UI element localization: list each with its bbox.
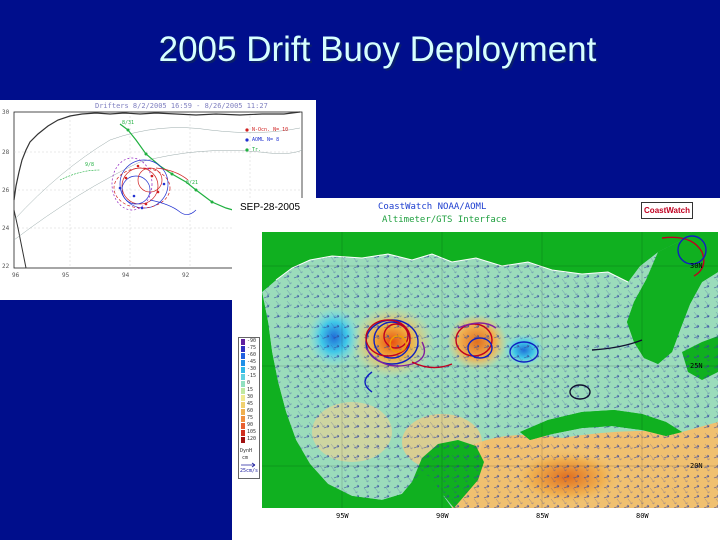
map-header: CoastWatch NOAA/AOML <box>378 202 487 212</box>
colorbar-tick: -45 <box>247 359 257 365</box>
lat-tick: 30 <box>2 109 10 116</box>
lat-tick: 25N <box>690 362 703 370</box>
track-label: 9/8 <box>85 162 95 168</box>
lon-tick: 95W <box>336 512 349 520</box>
lon-tick: 85W <box>536 512 549 520</box>
colorbar-tick: 120 <box>247 436 257 442</box>
lon-tick: 80W <box>636 512 649 520</box>
lat-tick: 20N <box>690 462 703 470</box>
colorbar-tick: -75 <box>247 345 257 351</box>
colorbar-tick: -30 <box>247 366 257 372</box>
coastwatch-logo: CoastWatch <box>641 202 693 219</box>
color-scale: -90 -75 -60 -45 -30 -15 0 15 30 45 60 75… <box>238 337 260 479</box>
map-date: SEP-28-2005 <box>240 202 301 213</box>
altimeter-map: SEP-28-2005 CoastWatch NOAA/AOML Altimet… <box>232 198 720 540</box>
colorbar-tick: 60 <box>247 408 254 414</box>
track-label: 8/31 <box>122 120 135 126</box>
colorbar-tick: -90 <box>247 338 257 344</box>
lat-tick: 30N <box>690 262 703 270</box>
lon-tick: 90W <box>436 512 449 520</box>
legend-item-north-ocean: N-Ocn. N= 10 <box>252 127 289 133</box>
lon-tick: 95 <box>62 272 70 279</box>
colorbar-tick: 30 <box>247 394 254 400</box>
legend-item-aoml: AOML N= 8 <box>252 137 280 143</box>
scale-arrow-icon <box>241 462 256 468</box>
track-label: 8/21 <box>186 180 199 186</box>
legend-item-track: Tr. <box>252 147 262 153</box>
lat-tick: 24 <box>2 225 10 232</box>
lon-tick: 96 <box>12 272 20 279</box>
colorbar-label: DynH <box>240 448 253 454</box>
colorbar-tick: 90 <box>247 422 254 428</box>
colorbar-tick: 15 <box>247 387 254 393</box>
lat-tick: 28 <box>2 149 10 156</box>
colorbar-tick: -60 <box>247 352 257 358</box>
colorbar-tick: 75 <box>247 415 254 421</box>
colorbar-tick: -15 <box>247 373 257 379</box>
lon-tick: 94 <box>122 272 130 279</box>
scale-arrow-label: 25cm/s <box>240 468 259 474</box>
colorbar-unit: cm <box>242 455 249 461</box>
lat-tick: 26 <box>2 187 10 194</box>
lat-tick: 22 <box>2 263 10 270</box>
colorbar-tick: 45 <box>247 401 254 407</box>
map-subheader: Altimeter/GTS Interface <box>382 215 507 225</box>
slide-title: 2005 Drift Buoy Deployment <box>158 30 597 69</box>
dynamic-height-field <box>262 232 718 508</box>
colorbar-tick: 0 <box>247 380 251 386</box>
lon-tick: 92 <box>182 272 190 279</box>
colorbar-tick: 105 <box>247 429 257 435</box>
